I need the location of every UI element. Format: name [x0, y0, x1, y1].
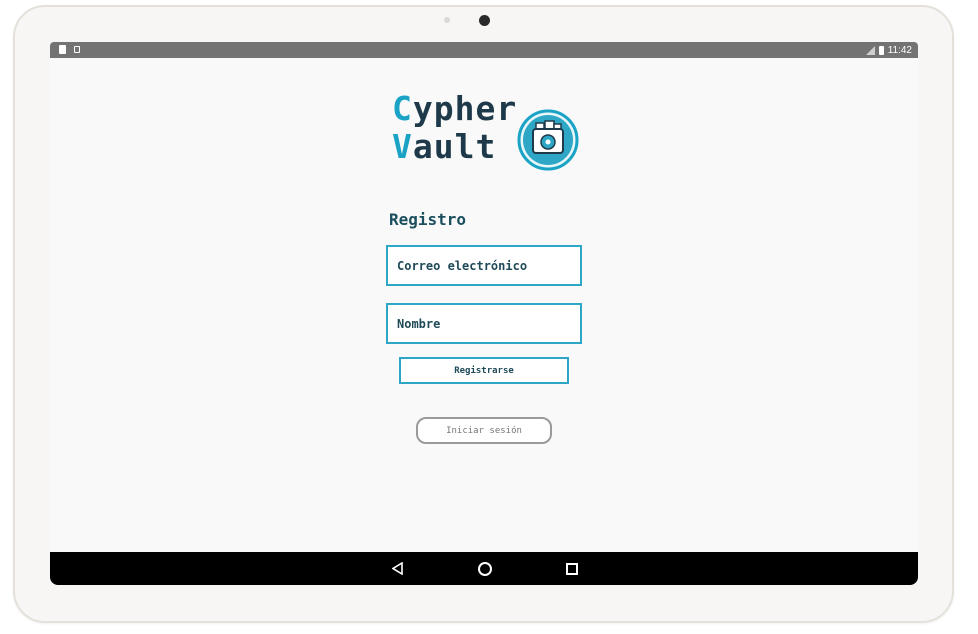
device-screen: 11:42 Cypher Vault Registro Correo elect… — [50, 42, 918, 585]
login-button[interactable]: Iniciar sesión — [416, 417, 552, 444]
front-camera — [479, 15, 490, 26]
navigation-bar — [50, 552, 918, 585]
sim-card-icon — [59, 45, 66, 54]
logo-word-cypher: Cypher — [392, 89, 518, 128]
back-icon[interactable] — [392, 562, 404, 575]
home-icon[interactable] — [478, 562, 492, 576]
form-title: Registro — [389, 210, 467, 229]
battery-icon — [878, 45, 884, 55]
email-field[interactable]: Correo electrónico — [386, 245, 582, 286]
status-bar: 11:42 — [50, 42, 918, 58]
status-time: 11:42 — [887, 44, 912, 56]
vault-folder-icon — [517, 109, 579, 171]
app-logo: Cypher Vault — [392, 88, 592, 178]
light-sensor — [444, 17, 450, 23]
recents-icon[interactable] — [566, 563, 578, 575]
name-field[interactable]: Nombre — [386, 303, 582, 344]
notification-icon — [74, 46, 80, 53]
logo-word-vault: Vault — [392, 127, 497, 166]
register-button[interactable]: Registrarse — [399, 357, 569, 384]
signal-icon — [865, 45, 875, 55]
